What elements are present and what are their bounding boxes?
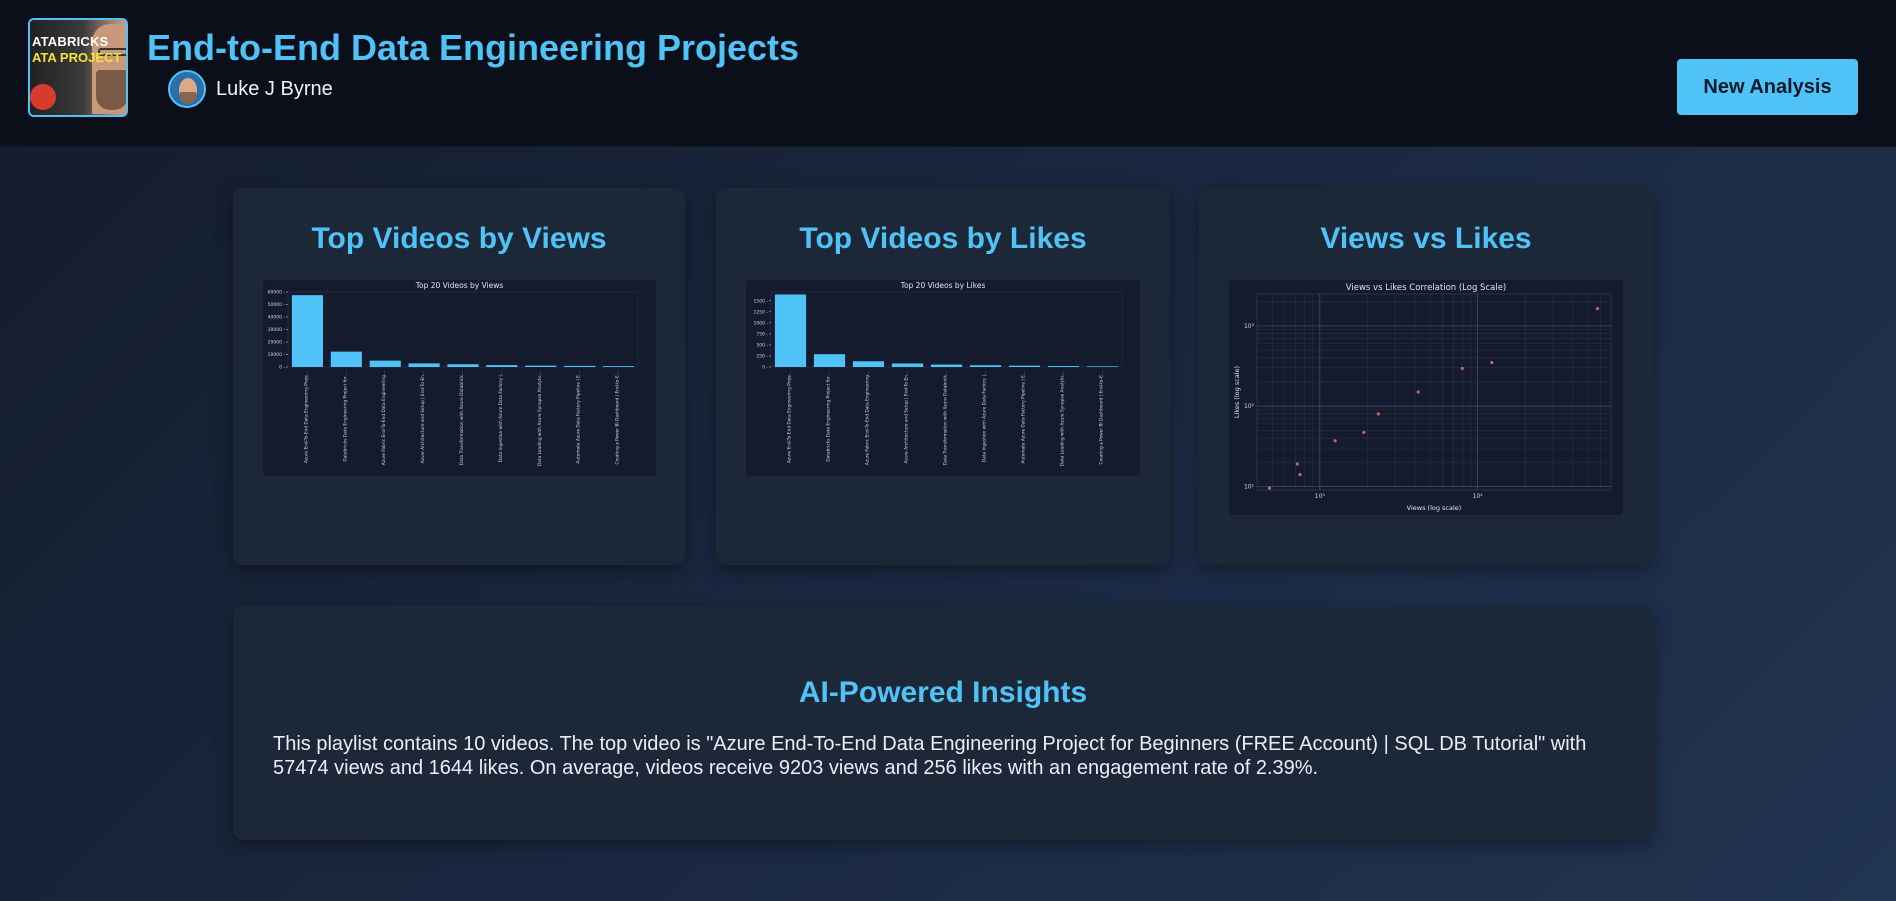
x-tick-label: Azure Architecture and Setup | End-To-En… bbox=[420, 371, 426, 463]
scatter-point bbox=[1595, 307, 1600, 311]
y-tick-label: 0 - bbox=[762, 365, 768, 371]
x-tick-label: Databricks Data Engineering Project for … bbox=[826, 371, 832, 462]
scatter-point bbox=[1460, 366, 1464, 371]
scatter-point bbox=[1333, 439, 1337, 443]
bar bbox=[1047, 366, 1080, 367]
chart-title: Views vs Likes Correlation (Log Scale) bbox=[1346, 283, 1507, 293]
y-tick-label: 10³ bbox=[1244, 323, 1255, 330]
insights-title: AI-Powered Insights bbox=[798, 676, 1088, 709]
chart-title: Top 20 Videos by Likes bbox=[900, 281, 986, 290]
playlist-thumbnail[interactable]: ATABRICKS ATA PROJECT bbox=[28, 18, 128, 117]
y-axis-label: Likes (log scale) bbox=[1233, 366, 1241, 418]
scatter-point bbox=[1376, 412, 1380, 416]
scatter-point bbox=[1295, 462, 1299, 466]
x-tick-label: Azure Fabric End-To-End Data Engineering… bbox=[381, 371, 387, 465]
plot-frame bbox=[1256, 293, 1612, 491]
insights-card: AI-Powered Insights This playlist contai… bbox=[233, 606, 1653, 840]
x-tick-label: Data Loading with Azure Synapse Analytic… bbox=[1060, 371, 1066, 466]
y-tick-label: 20000 - bbox=[268, 340, 286, 346]
scatter-point bbox=[1362, 430, 1366, 435]
x-tick-label: Creating a Power BI Dashboard | End-to-E… bbox=[1099, 371, 1105, 465]
x-tick-label: Azure End-To-End Data Engineering Proje.… bbox=[787, 371, 793, 463]
scatter-point bbox=[1416, 390, 1420, 394]
x-tick-label: Databricks Data Engineering Project for … bbox=[342, 371, 348, 462]
bar bbox=[564, 365, 596, 367]
y-tick-label: 60000 - bbox=[268, 290, 286, 296]
thumbnail-text-line-1: ATABRICKS bbox=[32, 34, 109, 49]
x-tick-label: Creating a Power BI Dashboard | End-to-E… bbox=[615, 371, 621, 465]
x-axis-label: Views (log scale) bbox=[1407, 504, 1462, 512]
views-likes-scatter-chart: Views vs Likes Correlation (Log Scale) 10… bbox=[1233, 283, 1612, 512]
bar bbox=[1086, 366, 1119, 367]
x-tick-label: Data Transformation with Azure Databrick… bbox=[459, 371, 465, 465]
bar bbox=[774, 294, 807, 367]
views-card-title: Top Videos by Views bbox=[311, 222, 607, 255]
bar bbox=[930, 364, 963, 367]
x-tick-label: 10³ bbox=[1315, 493, 1326, 500]
likes-chart-image[interactable]: Top 20 Videos by Likes 0 - 250 - 500 - 750 -… bbox=[746, 280, 1140, 476]
bar bbox=[408, 363, 440, 367]
x-tick-label: Data Ingestion with Azure Data Factory |… bbox=[498, 371, 504, 462]
x-tick-label: Azure Architecture and Setup | End-To-En… bbox=[904, 371, 910, 463]
bar bbox=[330, 351, 362, 367]
bar bbox=[1008, 365, 1041, 367]
thumbnail-beard bbox=[96, 70, 126, 110]
bar bbox=[486, 365, 518, 367]
avatar bbox=[168, 70, 206, 108]
x-tick-label: Data Ingestion with Azure Data Factory |… bbox=[982, 371, 988, 462]
x-tick-label: Automate Azure Data Factory Pipeline | E… bbox=[1021, 371, 1027, 464]
likes-card-title: Top Videos by Likes bbox=[799, 222, 1087, 255]
thumbnail-text-line-2: ATA PROJECT bbox=[32, 50, 122, 65]
x-tick-label: Azure Fabric End-To-End Data Engineering… bbox=[865, 371, 871, 465]
x-tick-label: Automate Azure Data Factory Pipeline | E… bbox=[576, 371, 582, 464]
likes-bar-chart: Top 20 Videos by Likes 0 - 250 - 500 - 750 -… bbox=[753, 281, 1123, 466]
chart-title: Top 20 Videos by Views bbox=[415, 281, 504, 290]
bar bbox=[291, 295, 323, 367]
thumbnail-red-graphic bbox=[30, 84, 56, 110]
bar bbox=[813, 354, 846, 367]
bar bbox=[891, 363, 924, 367]
y-tick-label: 10000 - bbox=[268, 352, 286, 358]
views-bar-chart: Top 20 Videos by Views 0 - 10000 - 20000 - 3… bbox=[268, 281, 639, 466]
y-tick-label: 750 - bbox=[756, 331, 768, 337]
y-tick-label: 40000 - bbox=[268, 315, 286, 321]
x-tick-label: Data Loading with Azure Synapse Analytic… bbox=[537, 371, 543, 466]
y-tick-label: 250 - bbox=[756, 353, 768, 359]
y-tick-label: 10² bbox=[1244, 403, 1255, 410]
views-chart-image[interactable]: Top 20 Videos by Views 0 - 10000 - 20000 - 3… bbox=[263, 280, 656, 476]
y-tick-label: 0 - bbox=[279, 365, 285, 371]
avatar-beard bbox=[180, 92, 196, 104]
bar bbox=[369, 360, 401, 367]
views-chart-card: Top Videos by Views Top 20 Videos by Vie… bbox=[233, 188, 685, 565]
bar bbox=[969, 365, 1002, 367]
bar bbox=[603, 366, 635, 367]
scatter-card-title: Views vs Likes bbox=[1320, 222, 1532, 255]
y-tick-label: 10¹ bbox=[1244, 483, 1255, 490]
y-tick-label: 1000 - bbox=[753, 320, 768, 326]
bar bbox=[852, 361, 885, 367]
author-name: Luke J Byrne bbox=[216, 77, 333, 100]
scatter-chart-card: Views vs Likes Views vs Likes Correlatio… bbox=[1199, 188, 1653, 565]
channel-author[interactable]: Luke J Byrne bbox=[168, 70, 333, 108]
scatter-point bbox=[1490, 360, 1494, 365]
y-tick-label: 500 - bbox=[756, 342, 768, 348]
y-tick-label: 1250 - bbox=[753, 309, 768, 315]
scatter-point bbox=[1267, 486, 1272, 490]
y-tick-label: 30000 - bbox=[268, 327, 286, 333]
x-tick-label: Data Transformation with Azure Databrick… bbox=[943, 371, 949, 465]
y-tick-label: 1500 - bbox=[753, 298, 768, 304]
x-tick-label: Azure End-To-End Data Engineering Proje.… bbox=[303, 371, 309, 463]
app-header: ATABRICKS ATA PROJECT End-to-End Data En… bbox=[0, 0, 1896, 147]
page-title: End-to-End Data Engineering Projects bbox=[147, 27, 800, 68]
scatter-chart-image[interactable]: Views vs Likes Correlation (Log Scale) 10… bbox=[1229, 280, 1623, 515]
likes-chart-card: Top Videos by Likes Top 20 Videos by Lik… bbox=[716, 188, 1170, 565]
y-tick-label: 50000 - bbox=[268, 302, 286, 308]
bar bbox=[525, 365, 557, 367]
x-tick-label: 10⁴ bbox=[1473, 493, 1484, 500]
scatter-point bbox=[1298, 473, 1302, 477]
new-analysis-button[interactable]: New Analysis bbox=[1677, 59, 1858, 115]
bar bbox=[447, 364, 479, 367]
insights-text: This playlist contains 10 videos. The to… bbox=[273, 733, 1587, 779]
